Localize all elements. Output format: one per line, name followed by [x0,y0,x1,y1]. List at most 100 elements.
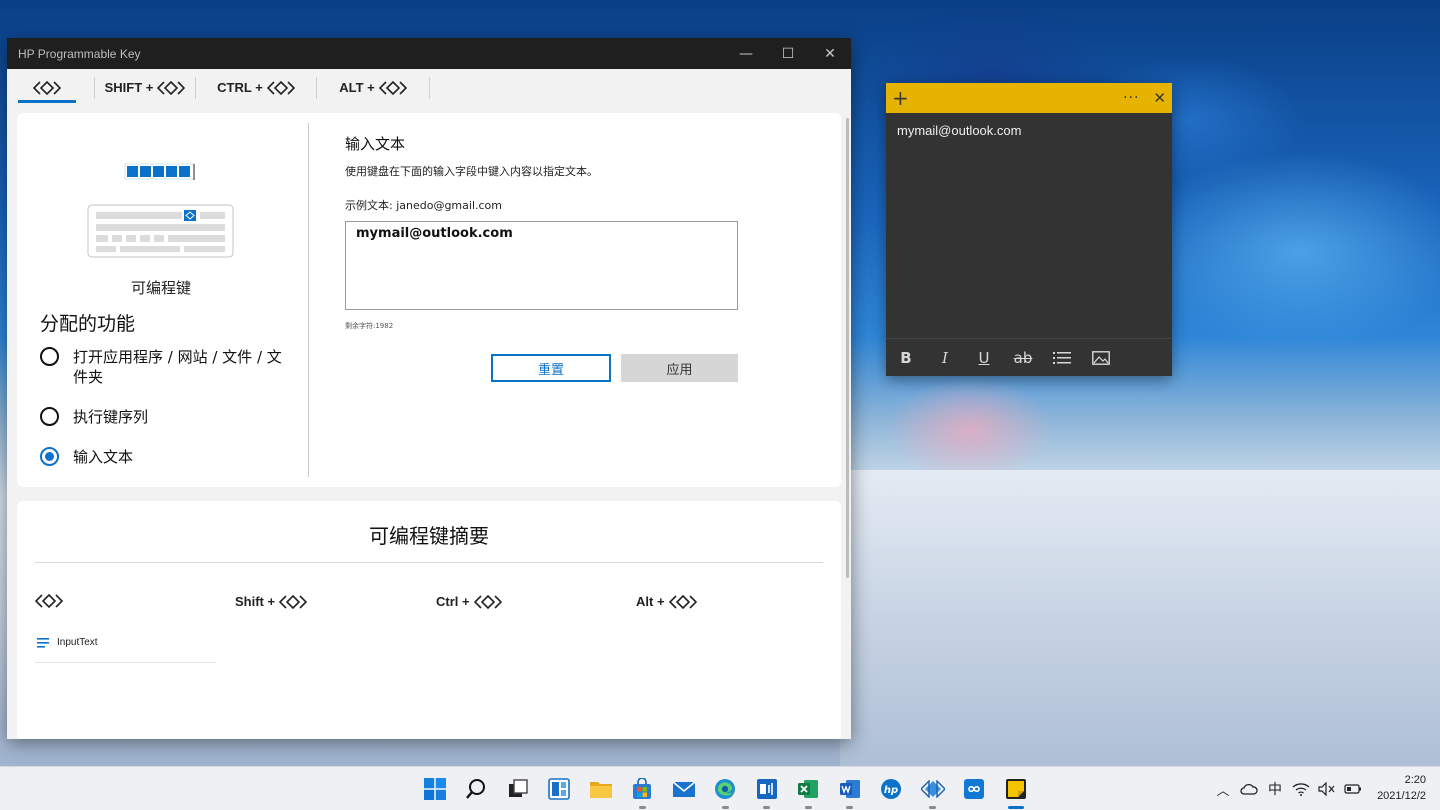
insert-image-button[interactable] [1091,348,1111,368]
wallpaper-snow [840,470,1440,766]
summary-column-ctrl: Ctrl + [436,594,502,609]
sticky-notes-button[interactable] [995,767,1037,810]
option-label: 输入文本 [73,448,134,466]
strikethrough-button[interactable]: ab [1013,348,1033,368]
summary-item-divider [35,662,216,663]
image-icon [1092,350,1110,365]
tab-ctrl[interactable]: CTRL + [196,69,316,106]
start-button[interactable] [414,767,456,810]
input-method-indicator[interactable]: 中 [1266,779,1284,799]
summary-title: 可编程键摘要 [369,524,489,548]
widgets-button[interactable] [539,767,581,810]
configuration-card: 可编程键 分配的功能 打开应用程序 / 网站 / 文件 / 文件夹 执行键序列 … [17,113,841,487]
key-caption: 可编程键 [130,279,191,297]
search-icon [466,779,486,799]
system-tray: ︿ 中 [1214,767,1362,810]
summary-item-input-text[interactable]: InputText [37,637,98,648]
title-bar[interactable]: HP Programmable Key — ☐ ✕ [7,38,851,69]
windows-logo-icon [423,778,446,800]
reset-button[interactable]: 重置 [491,354,611,382]
summary-divider [35,562,823,563]
keyboard-illustration [87,163,234,258]
option-key-sequence[interactable]: 执行键序列 [40,407,283,427]
programmable-key-app-button[interactable] [912,767,954,810]
edge-browser-button[interactable] [705,767,747,810]
microsoft-store-button[interactable] [622,767,664,810]
radio-input-text[interactable] [40,447,59,466]
clock-time: 2:20 [1404,774,1426,786]
close-note-button[interactable]: ✕ [1153,89,1166,107]
radio-key-sequence[interactable] [40,407,59,426]
word-button[interactable] [829,767,871,810]
task-view-button[interactable] [497,767,539,810]
text-input-field[interactable]: mymail@outlook.com [345,221,738,310]
summary-column-label: Ctrl + [436,594,470,609]
apply-button[interactable]: 应用 [621,354,738,382]
summary-column-key [35,594,63,608]
excel-icon [798,780,819,798]
add-note-button[interactable]: + [892,88,909,108]
tab-key[interactable] [18,69,76,106]
bold-button[interactable]: B [896,348,916,368]
volume-muted-icon[interactable] [1318,779,1336,799]
speech-app-button[interactable] [746,767,788,810]
bullets-button[interactable] [1052,348,1072,368]
option-open-app[interactable]: 打开应用程序 / 网站 / 文件 / 文件夹 [40,347,283,387]
widgets-icon [548,778,571,800]
summary-column-alt: Alt + [636,594,697,609]
remaining-characters: 剩余字符:1982 [345,322,394,330]
programmable-key-app-icon [920,780,945,798]
tab-shift[interactable]: SHIFT + [95,69,195,106]
text-lines-icon [37,637,49,648]
menu-button[interactable]: ··· [1123,90,1139,106]
summary-card: 可编程键摘要 Shift + Ctrl + Alt + InputText [17,501,841,739]
search-button[interactable] [456,767,498,810]
maximize-button[interactable]: ☐ [767,38,809,69]
edge-icon [715,779,736,799]
radio-open-app[interactable] [40,347,59,366]
sticky-note-content[interactable]: mymail@outlook.com [886,113,1172,148]
programmable-key-icon [157,80,186,95]
panel-divider [308,123,309,477]
italic-button[interactable]: I [935,348,955,368]
sticky-note-header[interactable]: + ··· ✕ [886,83,1172,113]
battery-icon[interactable] [1344,779,1362,799]
summary-column-label: Shift + [235,594,276,609]
formatting-toolbar: B I U ab [886,338,1172,376]
example-text: 示例文本: janedo@gmail.com [345,199,502,212]
onedrive-icon[interactable] [1240,779,1258,799]
programmable-key-icon [35,594,63,608]
tab-label: ALT + [339,80,375,95]
input-text-title: 输入文本 [345,135,406,153]
file-explorer-button[interactable] [580,767,622,810]
infinity-app-icon [964,779,985,799]
option-input-text[interactable]: 输入文本 [40,447,283,467]
word-icon [839,780,860,798]
programmable-key-icon [33,80,61,95]
mail-icon [672,781,696,797]
excel-button[interactable] [788,767,830,810]
taskbar-clock[interactable]: 2:20 2021/12/2 [1362,772,1426,804]
show-hidden-icons-button[interactable]: ︿ [1214,779,1232,799]
close-button[interactable]: ✕ [809,38,851,69]
option-label: 打开应用程序 / 网站 / 文件 / 文件夹 [73,348,282,386]
link-app-button[interactable] [954,767,996,810]
audio-app-icon [756,779,777,799]
hp-programmable-key-window: HP Programmable Key — ☐ ✕ SHIFT + CTRL + [7,38,851,739]
hp-app-button[interactable]: hp [871,767,913,810]
mail-button[interactable] [663,767,705,810]
programmable-key-icon [378,80,407,95]
minimize-button[interactable]: — [725,38,767,69]
vertical-scrollbar[interactable] [846,118,849,578]
clock-date: 2021/12/2 [1377,790,1426,802]
window-title: HP Programmable Key [18,46,141,61]
store-icon [633,778,652,799]
taskbar-apps: hp [414,767,1037,810]
task-view-icon [508,779,528,797]
taskbar: hp ︿ 中 2:20 2021/12/2 [0,766,1440,810]
tab-alt[interactable]: ALT + [317,69,429,106]
underline-button[interactable]: U [974,348,994,368]
sticky-notes-icon [1005,779,1026,799]
tab-separator [429,76,430,99]
wifi-icon[interactable] [1292,779,1310,799]
